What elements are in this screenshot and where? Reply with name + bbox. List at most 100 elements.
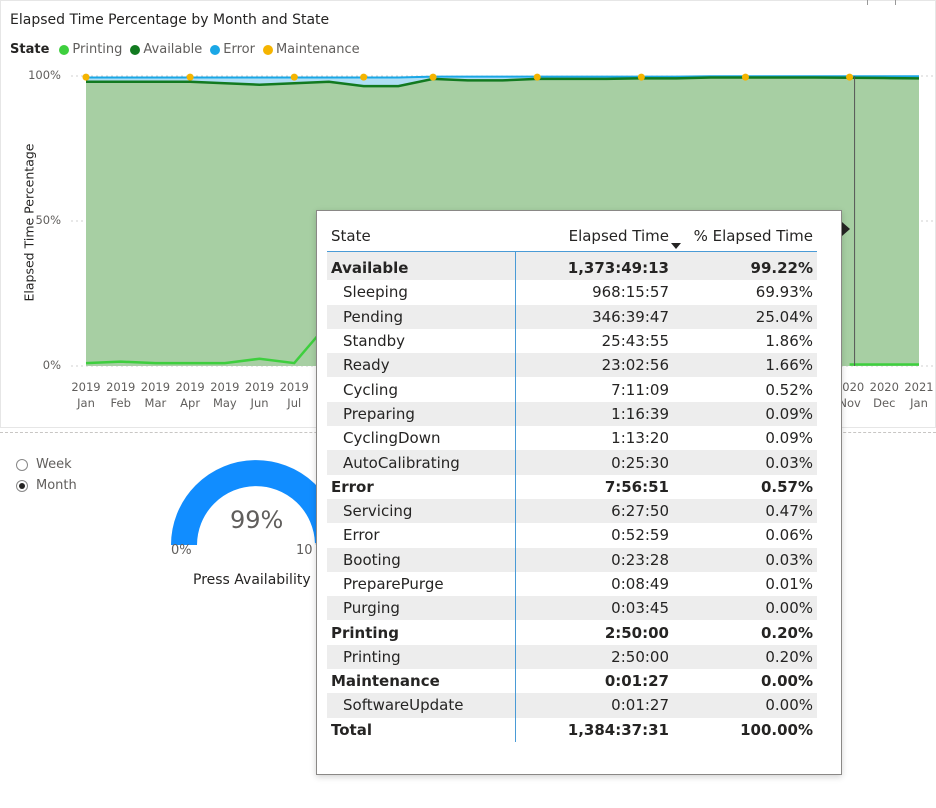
slicer-option-week[interactable]: Week [16, 454, 77, 475]
tooltip-cell-pct: 0.03% [673, 547, 817, 572]
tooltip-cell-pct: 69.93% [755, 283, 813, 302]
tooltip-table: State Elapsed Time % Elapsed Time Availa… [327, 221, 817, 742]
tooltip-row: Servicing 6:27:50 0.47% [327, 498, 817, 524]
tooltip-group-row: Available 1,373:49:13 99.22% [327, 251, 817, 281]
tooltip-header-state: State [327, 221, 515, 252]
tooltip-cell-elapsed: 0:01:27 [604, 672, 669, 691]
tooltip-cell-state: Error [327, 474, 516, 499]
tooltip-cell-state: AutoCalibrating [327, 450, 516, 475]
tooltip-cell-elapsed: 1:13:20 [611, 429, 669, 448]
tooltip-cell-pct: 0.00% [760, 672, 813, 691]
tooltip-cell-state: Total [327, 717, 516, 742]
series-marker-maintenance [186, 73, 194, 81]
tooltip-cell-state: Printing [327, 620, 516, 645]
tooltip-row: Printing 2:50:00 0.20% [327, 644, 817, 670]
tooltip-row: Pending 346:39:47 25.04% [327, 304, 817, 329]
x-tick-year: 2021 [904, 380, 934, 394]
x-tick-year: 2019 [106, 380, 136, 394]
x-tick-month: Dec [873, 396, 896, 410]
tooltip-cell-state: Preparing [327, 401, 516, 427]
tooltip-cell-elapsed: 1,373:49:13 [515, 251, 673, 281]
x-tick-year: 2019 [279, 380, 309, 394]
gauge-max-label: 10 [296, 543, 313, 558]
tooltip-cell-state: Sleeping [327, 280, 516, 305]
x-tick-label: 2019 Feb [103, 379, 139, 411]
tooltip-body: Available 1,373:49:13 99.22% Sleeping 968:15… [327, 251, 817, 742]
tooltip-cell-pct: 0.20% [760, 623, 813, 642]
radio-week[interactable] [16, 458, 28, 471]
tooltip-cell-elapsed: 2:50:00 [604, 623, 669, 642]
gauge-title: Press Availability [193, 572, 311, 588]
tooltip-group-row: Error 7:56:51 0.57% [327, 474, 817, 499]
slicer-option-month[interactable]: Month [16, 475, 77, 496]
tooltip-cell-elapsed: 346:39:47 [515, 304, 673, 329]
series-marker-maintenance [741, 73, 749, 81]
tooltip-cell-elapsed: 25:43:55 [601, 332, 669, 351]
gauge-value: 99% [230, 506, 284, 534]
tooltip-cell-elapsed: 7:56:51 [604, 477, 669, 496]
tooltip-cell-state: Error [327, 523, 516, 548]
tooltip-group-row: Maintenance 0:01:27 0.00% [327, 669, 817, 694]
tooltip-cell-elapsed: 968:15:57 [592, 283, 669, 302]
x-tick-year: 2019 [210, 380, 240, 394]
tooltip-cell-elapsed: 1:16:39 [515, 401, 673, 427]
tooltip-cell-state: PreparePurge [327, 571, 516, 597]
tooltip-row: Purging 0:03:45 0.00% [327, 596, 817, 621]
tooltip-row: Sleeping 968:15:57 69.93% [327, 280, 817, 305]
tooltip-cell-pct: 0.00% [673, 693, 817, 718]
tooltip-header-elapsed: Elapsed Time [515, 221, 673, 252]
x-tick-year: 2019 [140, 380, 171, 394]
tooltip-cell-elapsed: 0:03:45 [515, 596, 673, 621]
granularity-slicer: Week Month [16, 454, 77, 496]
x-tick-label: 2019 Apr [172, 379, 208, 411]
tooltip-cell-pct: 0.01% [765, 575, 813, 593]
slicer-label-month: Month [36, 478, 77, 493]
x-tick-year: 2019 [244, 380, 275, 394]
x-tick-year: 2020 [869, 380, 899, 394]
x-tick-month: Feb [110, 396, 131, 410]
x-tick-month: Jun [250, 396, 269, 410]
tooltip-cell-elapsed: 0:25:30 [515, 450, 673, 475]
tooltip-cell-state: Printing [327, 644, 516, 670]
radio-month[interactable] [16, 479, 28, 492]
tooltip-cell-pct: 1.66% [673, 353, 817, 378]
x-tick-label: 2021 Jan [901, 379, 936, 411]
tooltip-header-row: State Elapsed Time % Elapsed Time [327, 221, 817, 252]
tooltip-cell-state: Ready [327, 353, 516, 378]
x-tick-label: 2020 Dec [866, 379, 902, 411]
tooltip-cell-elapsed: 23:02:56 [515, 353, 673, 378]
tooltip-row: CyclingDown 1:13:20 0.09% [327, 426, 817, 451]
gauge-min-label: 0% [171, 543, 192, 558]
tooltip-cell-elapsed: 6:27:50 [515, 498, 673, 524]
tooltip-cell-pct: 1.86% [765, 332, 813, 351]
tooltip-cell-elapsed: 1,384:37:31 [567, 720, 669, 739]
tooltip-group-row: Printing 2:50:00 0.20% [327, 620, 817, 645]
tooltip-row: PreparePurge 0:08:49 0.01% [327, 571, 817, 597]
x-tick-label: 2019 Jan [68, 379, 104, 411]
tooltip-cell-state: Purging [327, 596, 516, 621]
tooltip-cell-elapsed: 0:01:27 [515, 693, 673, 718]
series-marker-maintenance [290, 73, 298, 81]
tooltip-total-row: Total 1,384:37:31 100.00% [327, 717, 817, 742]
tooltip-cell-pct: 100.00% [740, 720, 813, 739]
tooltip-cell-state: CyclingDown [327, 426, 516, 451]
tooltip-cell-elapsed: 2:50:00 [515, 644, 673, 670]
tooltip-row: AutoCalibrating 0:25:30 0.03% [327, 450, 817, 475]
tooltip-cell-pct: 0.03% [673, 450, 817, 475]
tooltip-row: Booting 0:23:28 0.03% [327, 547, 817, 572]
tooltip-cell-state: Standby [327, 328, 516, 354]
x-tick-year: 2019 [175, 380, 205, 394]
tooltip-row: Cycling 7:11:09 0.52% [327, 377, 817, 402]
tooltip-cell-pct: 0.52% [765, 380, 813, 399]
tooltip-cell-elapsed: 7:11:09 [611, 380, 669, 399]
tooltip-cell-pct: 0.06% [765, 526, 813, 545]
chart-tooltip: State Elapsed Time % Elapsed Time Availa… [316, 210, 842, 775]
x-tick-month: Jan [910, 396, 928, 410]
tooltip-cell-state: Servicing [327, 498, 516, 524]
series-marker-maintenance [360, 73, 368, 81]
x-tick-month: Jul [287, 396, 302, 410]
x-tick-month: Mar [144, 396, 167, 410]
tooltip-cell-elapsed: 0:23:28 [515, 547, 673, 572]
series-marker-maintenance [637, 73, 645, 81]
slicer-label-week: Week [36, 457, 72, 472]
